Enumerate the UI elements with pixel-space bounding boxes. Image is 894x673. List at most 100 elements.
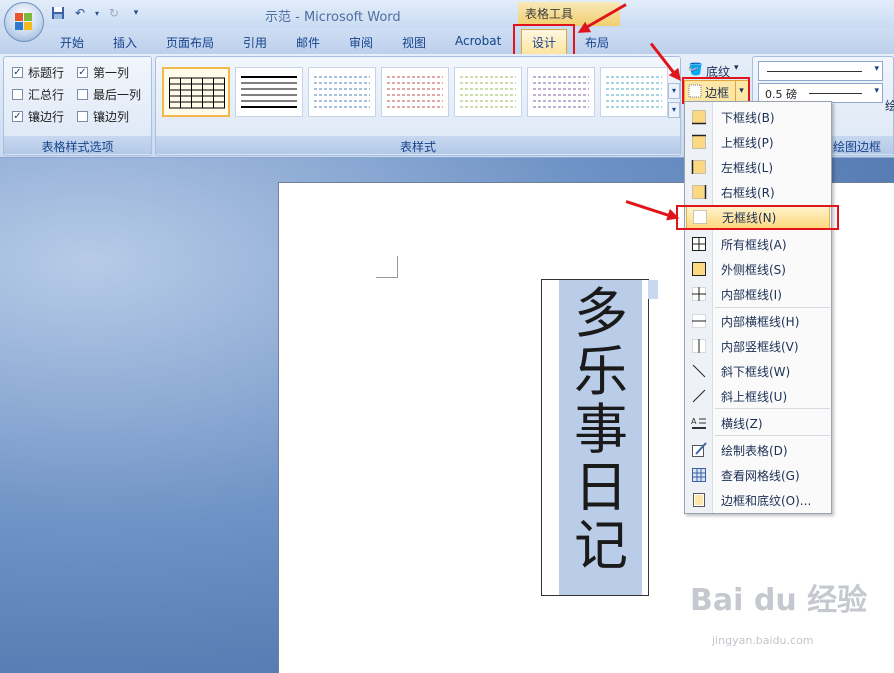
menu-item-label: 斜下框线(W) bbox=[721, 364, 791, 379]
menu-item-borders-shading[interactable]: 边框和底纹(O)... bbox=[686, 488, 830, 512]
menu-item-inside-borders[interactable]: 内部框线(I) bbox=[686, 282, 830, 306]
dropdown-small-icon[interactable]: ▾ bbox=[94, 5, 100, 21]
menu-separator bbox=[715, 435, 830, 436]
first-column-option[interactable]: ✓ 第一列 bbox=[77, 64, 129, 81]
ribbon-tabs: 开始 插入 页面布局 引用 邮件 审阅 视图 Acrobat 设计 布局 bbox=[0, 28, 894, 54]
office-button[interactable] bbox=[4, 2, 44, 42]
table-styles-group: ▾ ▾ 表样式 bbox=[155, 56, 681, 156]
menu-item-label: 下框线(B) bbox=[721, 110, 775, 125]
menu-item-outside-borders[interactable]: 外侧框线(S) bbox=[686, 257, 830, 281]
menu-item-inside-horizontal-border[interactable]: 内部横框线(H) bbox=[686, 309, 830, 333]
margin-corner-mark bbox=[376, 256, 398, 278]
inside-vertical-border-icon bbox=[686, 334, 712, 358]
menu-item-label: 上框线(P) bbox=[721, 135, 774, 150]
menu-item-label: 绘制表格(D) bbox=[721, 443, 788, 458]
tab-layout[interactable]: 布局 bbox=[585, 32, 609, 52]
menu-item-label: 内部横框线(H) bbox=[721, 314, 800, 329]
inside-borders-icon bbox=[686, 282, 712, 306]
office-logo-icon bbox=[15, 13, 33, 31]
gallery-scroll-down[interactable]: ▾ bbox=[668, 83, 680, 99]
menu-item-top-border[interactable]: 上框线(P) bbox=[686, 130, 830, 154]
right-border-icon bbox=[686, 180, 712, 204]
menu-item-label: 查看网格线(G) bbox=[721, 468, 800, 483]
tab-mailings[interactable]: 邮件 bbox=[296, 32, 320, 52]
table-style-tile[interactable] bbox=[527, 67, 595, 117]
menu-item-label: 右框线(R) bbox=[721, 185, 775, 200]
customize-toolbar-icon[interactable]: ▾ bbox=[128, 5, 144, 21]
diagonal-down-border-icon bbox=[686, 359, 712, 383]
table-style-tile[interactable] bbox=[235, 67, 303, 117]
border-dropdown-menu: 下框线(B) 上框线(P) 左框线(L) 右框线(R) 无框线(N) 所有框线(A) 外侧框… bbox=[684, 101, 832, 514]
table-style-tile[interactable] bbox=[600, 67, 668, 117]
table-style-tile[interactable] bbox=[308, 67, 376, 117]
menu-item-inside-vertical-border[interactable]: 内部竖框线(V) bbox=[686, 334, 830, 358]
table-style-options-group: ✓ 标题行 ✓ 第一列 汇总行 最后一列 ✓ 镶边行 镶边列 表格样式选项 bbox=[3, 56, 152, 156]
menu-item-view-gridlines[interactable]: 查看网格线(G) bbox=[686, 463, 830, 487]
top-border-icon bbox=[686, 130, 712, 154]
checkbox[interactable]: ✓ bbox=[12, 67, 23, 78]
checkbox[interactable] bbox=[12, 89, 23, 100]
pen-weight-select[interactable]: 0.5 磅 ▾ bbox=[758, 83, 883, 103]
group-label: 表样式 bbox=[156, 136, 680, 154]
menu-separator bbox=[715, 307, 830, 308]
menu-item-draw-table[interactable]: 绘制表格(D) bbox=[686, 438, 830, 462]
highlight-frame-no-border bbox=[676, 205, 839, 230]
checkbox[interactable] bbox=[77, 111, 88, 122]
menu-item-label: 外侧框线(S) bbox=[721, 262, 786, 277]
undo-icon[interactable]: ↶ bbox=[72, 5, 88, 21]
group-label: 表格样式选项 bbox=[4, 136, 151, 154]
window-title: 示范 - Microsoft Word bbox=[265, 10, 401, 25]
menu-item-label: 左框线(L) bbox=[721, 160, 774, 175]
table-style-tile[interactable] bbox=[381, 67, 449, 117]
menu-item-label: 斜上框线(U) bbox=[721, 389, 788, 404]
tab-page-layout[interactable]: 页面布局 bbox=[166, 32, 214, 52]
menu-separator bbox=[715, 408, 830, 409]
checkbox[interactable]: ✓ bbox=[77, 67, 88, 78]
highlight-frame-border-button bbox=[682, 77, 750, 104]
baidu-watermark: Bai du 经验 bbox=[690, 583, 868, 618]
banded-columns-option[interactable]: 镶边列 bbox=[77, 108, 129, 125]
table-style-tile[interactable] bbox=[454, 67, 522, 117]
borders-shading-icon bbox=[686, 488, 712, 512]
tab-acrobat[interactable]: Acrobat bbox=[455, 32, 501, 52]
menu-item-label: 内部框线(I) bbox=[721, 287, 782, 302]
save-icon[interactable] bbox=[50, 5, 66, 21]
menu-item-label: 边框和底纹(O)... bbox=[721, 493, 812, 508]
table-style-tile[interactable] bbox=[162, 67, 230, 117]
header-row-option[interactable]: ✓ 标题行 bbox=[12, 64, 64, 81]
gallery-more-icon[interactable]: ▾ bbox=[668, 102, 680, 118]
redo-icon[interactable]: ↻ bbox=[106, 5, 122, 21]
paint-bucket-icon: 🪣 bbox=[688, 62, 703, 76]
outside-borders-icon bbox=[686, 257, 712, 281]
draw-table-label-cut: 绘 bbox=[885, 99, 894, 113]
menu-item-diagonal-up-border[interactable]: 斜上框线(U) bbox=[686, 384, 830, 408]
svg-text:A: A bbox=[691, 417, 697, 426]
checkbox[interactable]: ✓ bbox=[12, 111, 23, 122]
menu-item-bottom-border[interactable]: 下框线(B) bbox=[686, 105, 830, 129]
tab-insert[interactable]: 插入 bbox=[113, 32, 137, 52]
line-style-select[interactable]: ▾ bbox=[758, 61, 883, 81]
total-row-option[interactable]: 汇总行 bbox=[12, 86, 64, 103]
tab-review[interactable]: 审阅 bbox=[349, 32, 373, 52]
tab-home[interactable]: 开始 bbox=[60, 32, 84, 52]
chevron-down-icon: ▾ bbox=[734, 63, 739, 73]
bottom-border-icon bbox=[686, 105, 712, 129]
cell-vertical-text[interactable]: 多乐事日记 bbox=[569, 285, 633, 575]
draw-table-icon bbox=[686, 438, 712, 462]
last-column-option[interactable]: 最后一列 bbox=[77, 86, 141, 103]
menu-item-left-border[interactable]: 左框线(L) bbox=[686, 155, 830, 179]
menu-item-diagonal-down-border[interactable]: 斜下框线(W) bbox=[686, 359, 830, 383]
menu-item-label: 横线(Z) bbox=[721, 416, 763, 431]
menu-item-horizontal-line[interactable]: A 横线(Z) bbox=[686, 411, 830, 435]
tab-view[interactable]: 视图 bbox=[402, 32, 426, 52]
horizontal-line-icon: A bbox=[686, 411, 712, 435]
menu-item-label: 内部竖框线(V) bbox=[721, 339, 799, 354]
menu-item-all-borders[interactable]: 所有框线(A) bbox=[686, 232, 830, 256]
tab-references[interactable]: 引用 bbox=[243, 32, 267, 52]
menu-item-right-border[interactable]: 右框线(R) bbox=[686, 180, 830, 204]
highlight-frame-design-tab bbox=[513, 24, 575, 58]
checkbox[interactable] bbox=[77, 89, 88, 100]
left-border-icon bbox=[686, 155, 712, 179]
diagonal-up-border-icon bbox=[686, 384, 712, 408]
banded-rows-option[interactable]: ✓ 镶边行 bbox=[12, 108, 64, 125]
